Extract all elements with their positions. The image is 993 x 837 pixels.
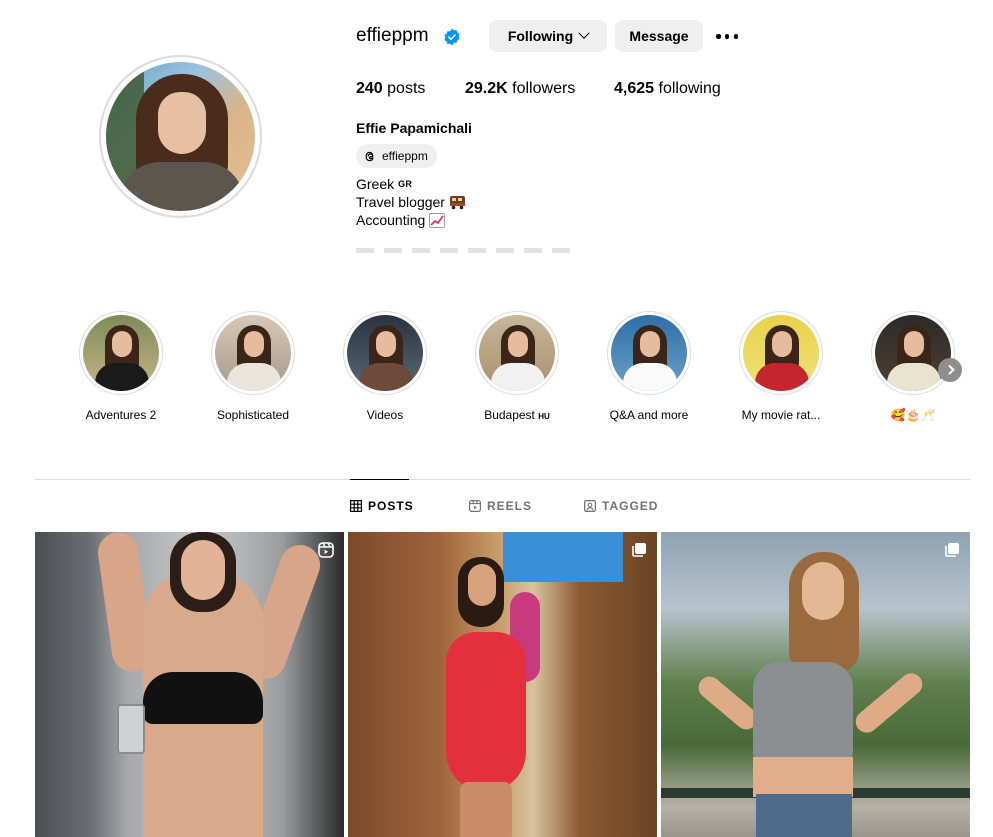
bio-line-3: Accounting [356,211,466,229]
highlight-label: 🥰🎂🥂 [890,408,936,422]
tab-tagged[interactable]: TAGGED [584,499,658,513]
chevron-right-icon [944,364,955,375]
highlight-label: My movie rat... [741,408,821,422]
bio-more-text-faded [356,248,576,253]
posts-label: posts [387,80,426,97]
stat-following[interactable]: 4,625 following [614,80,721,98]
bio-line-1: Greek GR [356,175,466,193]
threads-handle: effieppm [382,149,428,163]
reel-badge-icon [318,542,334,558]
tab-tagged-label: TAGGED [602,499,659,513]
post-thumbnail[interactable] [661,532,970,837]
profile-username: effieppm [356,25,429,46]
tab-posts-label: POSTS [368,499,414,513]
profile-full-name: Effie Papamichali [356,120,472,136]
highlight-item[interactable]: Sophisticated [188,311,318,422]
bio-line-2: Travel blogger [356,193,466,211]
threads-link[interactable]: effieppm [356,144,437,168]
highlight-label: Adventures 2 [85,408,157,422]
carousel-badge-icon [632,543,646,557]
highlight-label: Q&A and more [609,408,689,422]
highlights-next-button[interactable] [938,358,962,382]
message-button[interactable]: Message [615,20,703,52]
post-thumbnail[interactable] [348,532,657,837]
more-options-icon[interactable] [716,34,738,40]
message-button-label: Message [629,28,689,44]
highlight-label-budapest: Budapest HU [484,408,550,422]
bio-line-3-text: Accounting [356,212,426,228]
chevron-down-icon [578,27,590,39]
following-button[interactable]: Following [489,20,607,52]
reels-icon [469,500,481,512]
followers-count: 29.2K [465,80,508,97]
highlight-item[interactable]: Q&A and more [584,311,714,422]
highlight-label: Sophisticated [216,408,290,422]
tab-reels[interactable]: REELS [469,499,532,513]
following-stat-label: following [658,80,721,97]
train-emoji-icon [449,195,465,209]
verified-badge-icon [444,28,460,46]
carousel-badge-icon [945,543,959,557]
following-count: 4,625 [614,80,655,97]
profile-bio: Greek GR Travel blogger Accounting [356,175,466,229]
posts-count: 240 [356,80,383,97]
tab-reels-label: REELS [487,499,533,513]
grid-icon [350,500,362,512]
bio-line-1-text: Greek [356,176,395,192]
highlight-item[interactable]: Budapest HU [452,311,582,422]
stat-followers[interactable]: 29.2K followers [465,80,575,98]
stat-posts: 240 posts [356,80,425,98]
highlight-item[interactable]: My movie rat... [716,311,846,422]
post-thumbnail[interactable] [35,532,344,837]
active-tab-indicator [350,479,409,480]
highlight-item[interactable]: Adventures 2 [56,311,186,422]
threads-icon [365,151,374,161]
profile-avatar-ring[interactable] [99,55,262,218]
followers-label: followers [512,80,576,97]
bio-line-2-text: Travel blogger [356,194,445,210]
highlight-item[interactable]: Videos [320,311,450,422]
following-button-label: Following [507,28,574,44]
tabs-divider [35,479,970,480]
profile-avatar[interactable] [106,62,255,211]
chart-increasing-emoji-icon [429,212,446,228]
highlight-label: Videos [366,408,404,422]
bio-flag-gr: GR [398,179,413,189]
tagged-icon [584,500,596,512]
tab-posts[interactable]: POSTS [350,499,414,513]
